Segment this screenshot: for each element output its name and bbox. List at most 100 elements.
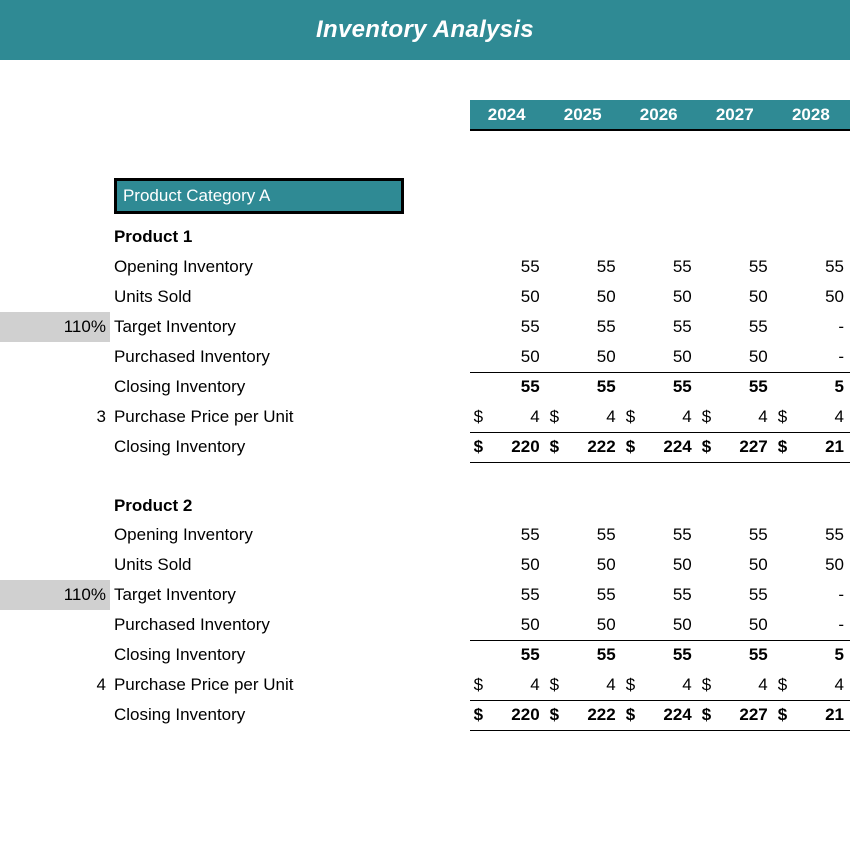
row-label: Purchased Inventory [110, 342, 470, 372]
cell-value: 55 [638, 580, 698, 610]
cell-value: 50 [714, 610, 774, 640]
currency-symbol: $ [622, 402, 638, 432]
cell-value: 50 [714, 282, 774, 312]
currency-symbol: $ [774, 700, 790, 730]
cell-value: 220 [486, 700, 546, 730]
row-label: Closing Inventory [110, 700, 470, 730]
row-label: Target Inventory [110, 580, 470, 610]
cell-value: 4 [714, 402, 774, 432]
currency-symbol: $ [470, 700, 486, 730]
currency-symbol: $ [698, 700, 714, 730]
cell-value: 50 [562, 550, 622, 580]
currency-symbol [622, 550, 638, 580]
cell-value: 55 [638, 520, 698, 550]
currency-symbol [622, 640, 638, 670]
row-prefix: 110% [57, 580, 110, 610]
cell-value: 4 [486, 402, 546, 432]
currency-symbol [698, 640, 714, 670]
currency-symbol: $ [622, 700, 638, 730]
currency-symbol [698, 550, 714, 580]
cell-value: 222 [562, 432, 622, 462]
currency-symbol [470, 372, 486, 402]
currency-symbol [622, 372, 638, 402]
page-title: Inventory Analysis [0, 0, 850, 60]
currency-symbol [546, 520, 562, 550]
currency-symbol [622, 282, 638, 312]
currency-symbol [622, 580, 638, 610]
year-header: 2024 [470, 100, 546, 130]
row-prefix [57, 700, 110, 730]
cell-value: 4 [790, 402, 850, 432]
row-prefix [57, 372, 110, 402]
cell-value: 55 [486, 580, 546, 610]
row-prefix [57, 432, 110, 462]
cell-value: 50 [790, 550, 850, 580]
cell-value: - [790, 312, 850, 342]
cell-value: 4 [638, 670, 698, 700]
currency-symbol [774, 520, 790, 550]
currency-symbol [470, 282, 486, 312]
cell-value: 55 [562, 252, 622, 282]
currency-symbol [622, 610, 638, 640]
currency-symbol [774, 252, 790, 282]
currency-symbol: $ [470, 432, 486, 462]
currency-symbol: $ [546, 700, 562, 730]
currency-symbol [546, 610, 562, 640]
row-prefix [57, 342, 110, 372]
currency-symbol [698, 342, 714, 372]
cell-value: 50 [790, 282, 850, 312]
currency-symbol [698, 252, 714, 282]
currency-symbol [622, 312, 638, 342]
cell-value: 55 [486, 520, 546, 550]
currency-symbol [774, 610, 790, 640]
currency-symbol [698, 610, 714, 640]
cell-value: 224 [638, 432, 698, 462]
currency-symbol: $ [622, 432, 638, 462]
category-label: Product Category A [110, 170, 470, 222]
currency-symbol: $ [698, 432, 714, 462]
row-label: Purchased Inventory [110, 610, 470, 640]
cell-value: 55 [714, 312, 774, 342]
cell-value: 50 [638, 282, 698, 312]
currency-symbol [774, 372, 790, 402]
currency-symbol [622, 342, 638, 372]
cell-value: 50 [562, 342, 622, 372]
cell-value: 50 [638, 342, 698, 372]
cell-value: 55 [486, 640, 546, 670]
cell-value: 227 [714, 700, 774, 730]
row-prefix: 4 [57, 670, 110, 700]
year-header: 2025 [546, 100, 622, 130]
cell-value: 55 [638, 252, 698, 282]
currency-symbol [774, 312, 790, 342]
currency-symbol [698, 312, 714, 342]
currency-symbol [546, 640, 562, 670]
currency-symbol [774, 282, 790, 312]
currency-symbol [546, 580, 562, 610]
currency-symbol [698, 580, 714, 610]
product-name: Product 2 [110, 480, 470, 520]
cell-value: 55 [714, 520, 774, 550]
row-prefix [57, 252, 110, 282]
cell-value: 55 [562, 372, 622, 402]
currency-symbol [698, 282, 714, 312]
currency-symbol [546, 312, 562, 342]
currency-symbol: $ [622, 670, 638, 700]
currency-symbol [622, 520, 638, 550]
cell-value: 4 [638, 402, 698, 432]
currency-symbol [546, 550, 562, 580]
currency-symbol: $ [470, 670, 486, 700]
currency-symbol [470, 580, 486, 610]
currency-symbol: $ [774, 670, 790, 700]
row-label: Purchase Price per Unit [110, 670, 470, 700]
year-header: 2026 [622, 100, 698, 130]
currency-symbol [470, 312, 486, 342]
cell-value: 55 [790, 252, 850, 282]
cell-value: 55 [714, 252, 774, 282]
currency-symbol: $ [546, 432, 562, 462]
currency-symbol [470, 640, 486, 670]
cell-value: 55 [638, 312, 698, 342]
currency-symbol [470, 342, 486, 372]
cell-value: 55 [714, 372, 774, 402]
cell-value: 227 [714, 432, 774, 462]
cell-value: - [790, 342, 850, 372]
